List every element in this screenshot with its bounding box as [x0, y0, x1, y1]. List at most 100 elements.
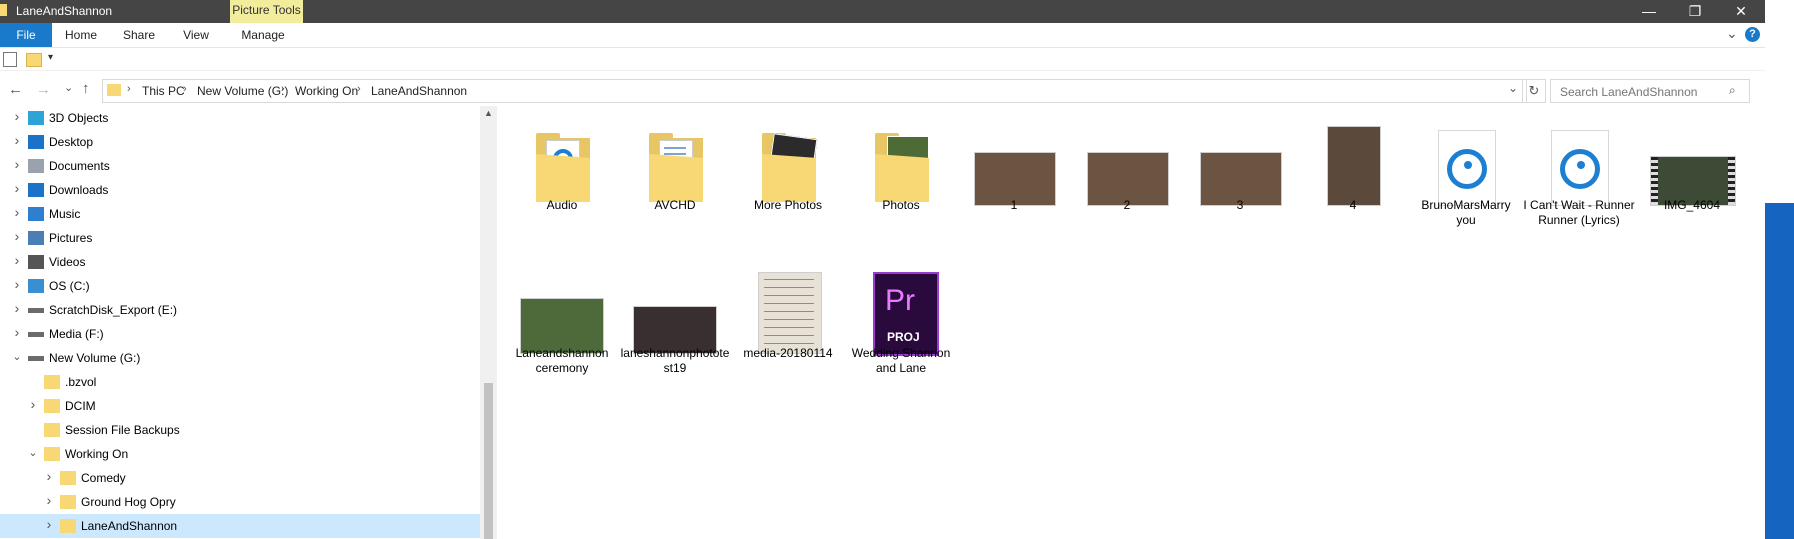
breadcrumb-working-on[interactable]: Working On	[295, 84, 358, 98]
nav-item[interactable]: › Videos	[0, 250, 480, 274]
nav-item[interactable]: ⌄ Working On	[0, 442, 480, 466]
maximize-button[interactable]: ❐	[1672, 0, 1718, 23]
nav-item-label: New Volume (G:)	[49, 351, 141, 365]
chevron-down-icon[interactable]: ⌄	[27, 446, 39, 459]
recent-locations-icon[interactable]: ⌄	[64, 81, 73, 94]
scroll-up-icon[interactable]: ▲	[484, 108, 493, 118]
tab-manage[interactable]: Manage	[232, 23, 294, 47]
file-item[interactable]: Audio	[506, 116, 618, 256]
nav-item[interactable]: › Music	[0, 202, 480, 226]
chevron-right-icon[interactable]: ›	[43, 468, 55, 484]
breadcrumb-laneandshannon[interactable]: LaneAndShannon	[371, 84, 467, 98]
nav-item[interactable]: › ScratchDisk_Export (E:)	[0, 298, 480, 322]
file-item[interactable]: Pr PROJ Wedding Shannon and Lane	[845, 264, 957, 404]
chevron-right-icon[interactable]: ›	[183, 83, 187, 95]
nav-item[interactable]: › Desktop	[0, 130, 480, 154]
nav-item[interactable]: Session File Backups	[0, 418, 480, 442]
chevron-right-icon[interactable]: ›	[11, 300, 23, 316]
chevron-right-icon[interactable]: ›	[127, 83, 131, 95]
ribbon-expand-icon[interactable]: ⌄	[1726, 25, 1738, 42]
nav-item[interactable]: › 3D Objects	[0, 106, 480, 130]
file-item[interactable]: 4	[1297, 116, 1409, 256]
back-arrow-icon[interactable]: ←	[8, 81, 23, 98]
scrollbar-thumb[interactable]	[484, 383, 493, 539]
file-name: laneshannonphototest19	[620, 346, 730, 375]
premiere-badge-sub: PROJ	[887, 330, 920, 344]
nav-item[interactable]: › Comedy	[0, 466, 480, 490]
close-button[interactable]: ✕	[1718, 0, 1764, 23]
nav-item-label: 3D Objects	[49, 111, 109, 125]
navigation-scrollbar[interactable]: ▲	[480, 106, 497, 539]
new-folder-icon[interactable]	[26, 53, 42, 67]
chevron-right-icon[interactable]: ›	[43, 492, 55, 508]
nav-item[interactable]: › LaneAndShannon	[0, 514, 480, 538]
nav-item[interactable]: › Downloads	[0, 178, 480, 202]
file-item[interactable]: 1	[958, 116, 1070, 256]
nav-item[interactable]: › Pictures	[0, 226, 480, 250]
address-row: ← → ⌄ ↑ › This PC › New Volume (G:) › Wo…	[0, 76, 1765, 106]
refresh-icon[interactable]: ↻	[1522, 79, 1546, 103]
file-item[interactable]: More Photos	[732, 116, 844, 256]
minimize-button[interactable]: —	[1626, 0, 1672, 23]
nav-item[interactable]: › DCIM	[0, 394, 480, 418]
chevron-right-icon[interactable]: ›	[11, 180, 23, 196]
breadcrumb-this-pc[interactable]: This PC	[142, 84, 185, 98]
nav-item[interactable]: › Documents	[0, 154, 480, 178]
file-name: IMG_4604	[1663, 198, 1721, 212]
tab-file[interactable]: File	[0, 23, 52, 47]
file-item[interactable]: AVCHD	[619, 116, 731, 256]
forward-arrow-icon[interactable]: →	[36, 81, 51, 98]
file-item[interactable]: Laneandshannon ceremony	[506, 264, 618, 404]
drive-icon	[28, 356, 44, 361]
breadcrumb-new-volume[interactable]: New Volume (G:)	[197, 84, 288, 98]
nav-item[interactable]: › Media (F:)	[0, 322, 480, 346]
file-item[interactable]: Photos	[845, 116, 957, 256]
nav-item[interactable]: .bzvol	[0, 370, 480, 394]
file-name: media-20180114	[743, 346, 833, 360]
search-input[interactable]	[1558, 82, 1732, 102]
tab-share[interactable]: Share	[118, 23, 160, 47]
search-box[interactable]: ⌕	[1550, 79, 1750, 103]
nav-item[interactable]: › Ground Hog Opry	[0, 490, 480, 514]
chevron-right-icon[interactable]: ›	[11, 156, 23, 172]
chevron-right-icon[interactable]: ›	[357, 83, 361, 95]
folder-front	[649, 154, 703, 202]
chevron-down-icon[interactable]: ⌄	[11, 350, 23, 363]
pictures-icon	[28, 231, 44, 245]
nav-item[interactable]: › OS (C:)	[0, 274, 480, 298]
tab-view[interactable]: View	[176, 23, 216, 47]
tab-home[interactable]: Home	[60, 23, 102, 47]
up-arrow-icon[interactable]: ↑	[82, 80, 90, 97]
search-icon[interactable]: ⌕	[1729, 83, 1736, 98]
file-item[interactable]: IMG_4604	[1636, 116, 1748, 256]
file-item[interactable]: BrunoMarsMarry you	[1410, 116, 1522, 256]
folder-icon	[44, 423, 60, 437]
3d-objects-icon	[28, 111, 44, 125]
chevron-right-icon[interactable]: ›	[11, 132, 23, 148]
file-item[interactable]: I Can't Wait - Runner Runner (Lyrics)	[1523, 116, 1635, 256]
nav-item-label: ScratchDisk_Export (E:)	[49, 303, 178, 317]
file-item[interactable]: 3	[1184, 116, 1296, 256]
chevron-right-icon[interactable]: ›	[11, 252, 23, 268]
customize-qat-icon[interactable]: ▾	[48, 52, 53, 63]
chevron-right-icon[interactable]: ›	[11, 228, 23, 244]
file-item[interactable]: laneshannonphototest19	[619, 264, 731, 404]
file-name: Wedding Shannon and Lane	[851, 346, 951, 375]
file-item[interactable]: 2	[1071, 116, 1183, 256]
chevron-right-icon[interactable]: ›	[27, 396, 39, 412]
chevron-right-icon[interactable]: ›	[11, 204, 23, 220]
file-item[interactable]: media-20180114	[732, 264, 844, 404]
chevron-right-icon[interactable]: ›	[11, 276, 23, 292]
chevron-right-icon[interactable]: ›	[11, 324, 23, 340]
chevron-right-icon[interactable]: ›	[281, 83, 285, 95]
help-icon[interactable]: ?	[1745, 27, 1760, 42]
nav-item-label: Desktop	[49, 135, 94, 149]
address-bar[interactable]: › This PC › New Volume (G:) › Working On…	[102, 79, 1527, 103]
address-dropdown-icon[interactable]: ⌄	[1508, 81, 1518, 95]
groove-dot	[1464, 161, 1472, 169]
context-tab-picture-tools[interactable]: Picture Tools	[230, 0, 303, 23]
chevron-right-icon[interactable]: ›	[11, 108, 23, 124]
properties-icon[interactable]	[3, 52, 17, 67]
nav-item[interactable]: ⌄ New Volume (G:)	[0, 346, 480, 370]
chevron-right-icon[interactable]: ›	[43, 516, 55, 532]
